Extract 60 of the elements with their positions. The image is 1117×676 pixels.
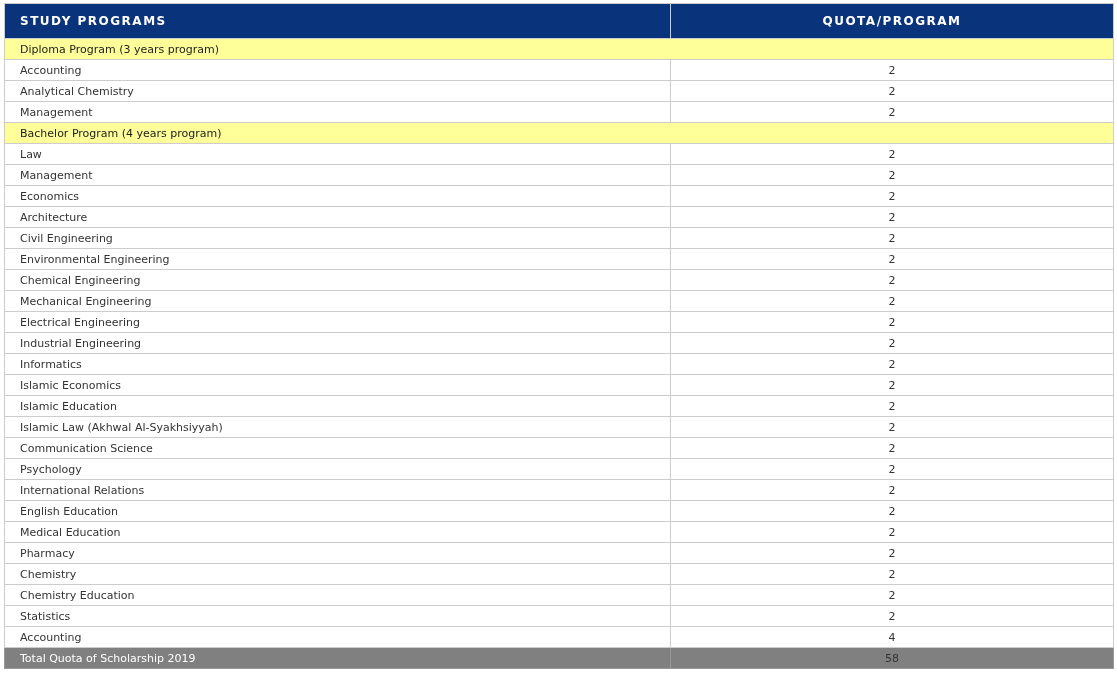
quota-cell: 2 [670, 248, 1114, 270]
program-cell: Electrical Engineering [4, 311, 671, 333]
program-cell: Islamic Law (Akhwal Al-Syakhsiyyah) [4, 416, 671, 438]
program-cell: Law [4, 143, 671, 165]
quota-cell: 2 [670, 353, 1114, 375]
program-cell: Management [4, 164, 671, 186]
quota-cell: 2 [670, 437, 1114, 459]
program-cell: Islamic Economics [4, 374, 671, 396]
quota-cell: 2 [670, 269, 1114, 291]
program-cell: Mechanical Engineering [4, 290, 671, 312]
quota-cell: 2 [670, 143, 1114, 165]
quota-cell: 2 [670, 164, 1114, 186]
program-cell: Civil Engineering [4, 227, 671, 249]
program-cell: Informatics [4, 353, 671, 375]
quota-cell: 2 [670, 59, 1114, 81]
program-cell: Communication Science [4, 437, 671, 459]
quota-cell: 2 [670, 185, 1114, 207]
quota-cell: 2 [670, 227, 1114, 249]
quota-cell: 2 [670, 563, 1114, 585]
total-label: Total Quota of Scholarship 2019 [4, 647, 671, 669]
program-cell: Management [4, 101, 671, 123]
program-cell: Accounting [4, 59, 671, 81]
program-cell: Chemistry [4, 563, 671, 585]
quota-cell: 2 [670, 290, 1114, 312]
program-cell: Analytical Chemistry [4, 80, 671, 102]
quota-cell: 2 [670, 605, 1114, 627]
quota-cell: 2 [670, 521, 1114, 543]
column-header: QUOTA/PROGRAM [670, 3, 1114, 39]
group-heading: Bachelor Program (4 years program) [4, 122, 1114, 144]
program-cell: Environmental Engineering [4, 248, 671, 270]
quota-cell: 4 [670, 626, 1114, 648]
quota-cell: 2 [670, 101, 1114, 123]
column-header: STUDY PROGRAMS [4, 3, 671, 39]
quota-cell: 2 [670, 206, 1114, 228]
program-cell: Economics [4, 185, 671, 207]
quota-cell: 2 [670, 542, 1114, 564]
program-cell: Chemical Engineering [4, 269, 671, 291]
program-cell: Architecture [4, 206, 671, 228]
total-value: 58 [670, 647, 1114, 669]
quota-cell: 2 [670, 80, 1114, 102]
quota-cell: 2 [670, 479, 1114, 501]
quota-cell: 2 [670, 416, 1114, 438]
quota-cell: 2 [670, 311, 1114, 333]
program-cell: Islamic Education [4, 395, 671, 417]
group-heading: Diploma Program (3 years program) [4, 38, 1114, 60]
quota-cell: 2 [670, 374, 1114, 396]
program-cell: Medical Education [4, 521, 671, 543]
quota-cell: 2 [670, 395, 1114, 417]
program-cell: Accounting [4, 626, 671, 648]
quota-cell: 2 [670, 584, 1114, 606]
program-cell: International Relations [4, 479, 671, 501]
program-cell: Pharmacy [4, 542, 671, 564]
program-cell: Chemistry Education [4, 584, 671, 606]
quota-cell: 2 [670, 332, 1114, 354]
program-cell: Industrial Engineering [4, 332, 671, 354]
quota-cell: 2 [670, 458, 1114, 480]
program-cell: English Education [4, 500, 671, 522]
quota-cell: 2 [670, 500, 1114, 522]
program-cell: Statistics [4, 605, 671, 627]
program-cell: Psychology [4, 458, 671, 480]
